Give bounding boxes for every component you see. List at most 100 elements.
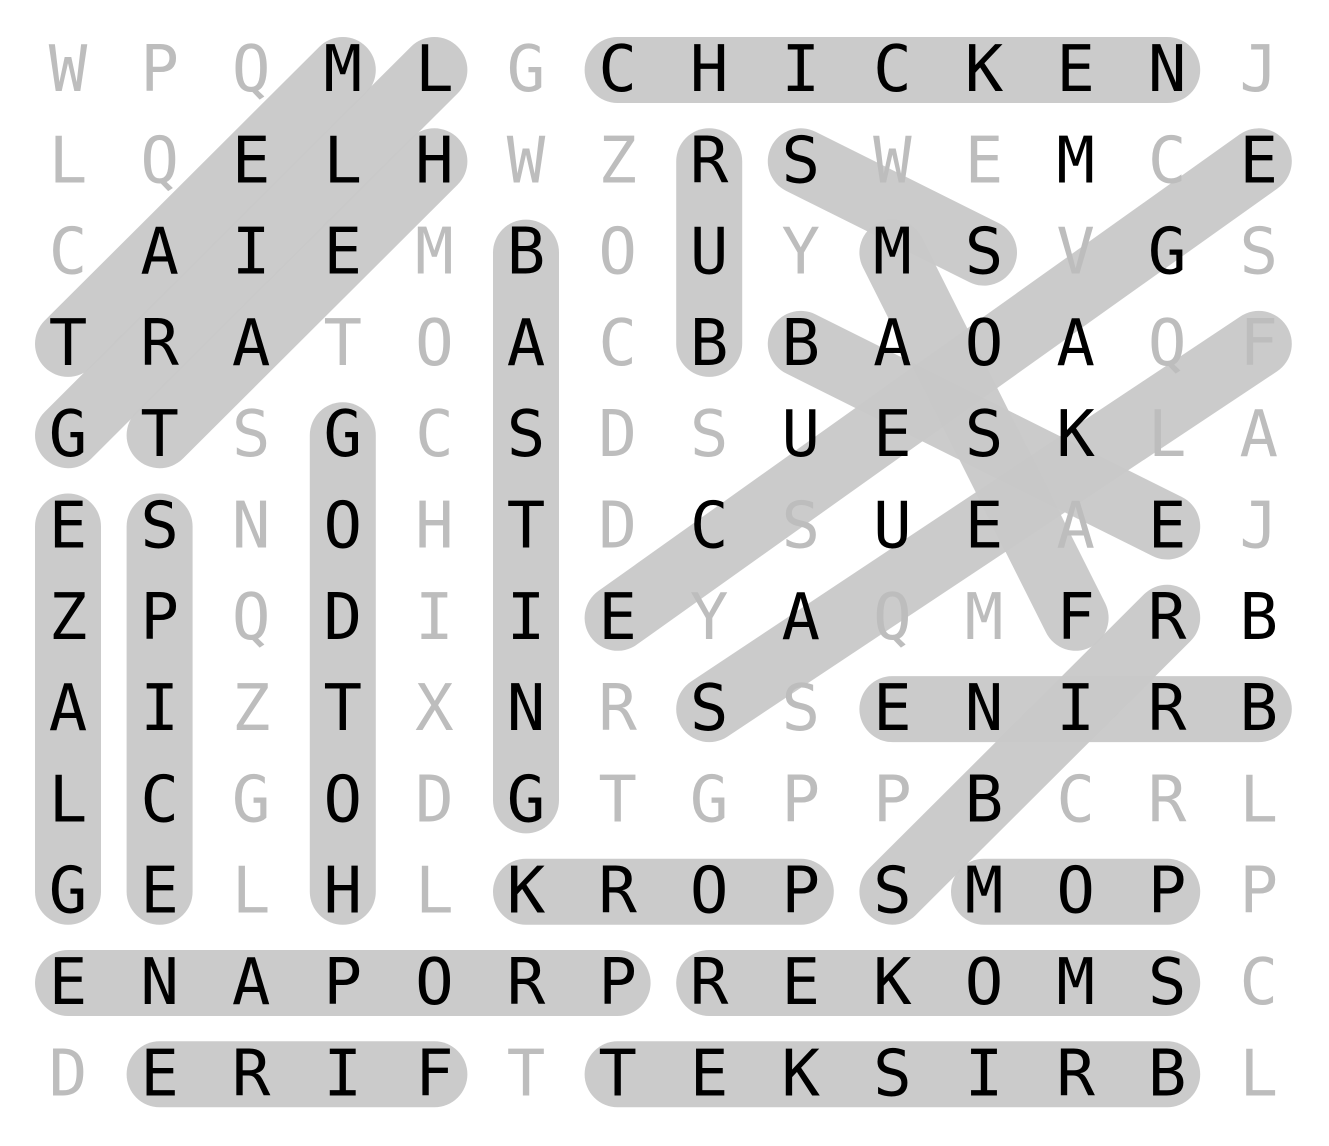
grid-cell-r9-c4[interactable]: L <box>415 855 454 929</box>
grid-cell-r11-c3[interactable]: I <box>324 1037 363 1111</box>
grid-cell-r2-c0[interactable]: C <box>49 216 88 290</box>
grid-cell-r0-c3[interactable]: M <box>324 33 363 107</box>
grid-cell-r4-c10[interactable]: S <box>965 398 1004 472</box>
grid-cell-r3-c11[interactable]: A <box>1056 307 1095 381</box>
grid-cell-r5-c7[interactable]: C <box>690 490 729 564</box>
grid-cell-r2-c4[interactable]: M <box>415 216 454 290</box>
grid-cell-r2-c11[interactable]: V <box>1056 216 1095 290</box>
grid-cell-r6-c4[interactable]: I <box>415 581 454 655</box>
grid-cell-r5-c11[interactable]: A <box>1056 490 1095 564</box>
grid-cell-r1-c12[interactable]: C <box>1148 124 1187 198</box>
grid-cell-r11-c9[interactable]: S <box>873 1037 912 1111</box>
grid-cell-r7-c5[interactable]: N <box>507 672 546 746</box>
grid-cell-r5-c8[interactable]: S <box>782 490 821 564</box>
grid-cell-r6-c1[interactable]: P <box>140 581 179 655</box>
grid-cell-r3-c12[interactable]: Q <box>1148 307 1187 381</box>
grid-cell-r5-c9[interactable]: U <box>873 490 912 564</box>
grid-cell-r9-c10[interactable]: M <box>965 855 1004 929</box>
grid-cell-r3-c3[interactable]: T <box>324 307 363 381</box>
grid-cell-r11-c6[interactable]: T <box>598 1037 637 1111</box>
grid-cell-r4-c0[interactable]: G <box>49 398 88 472</box>
grid-cell-r4-c9[interactable]: E <box>873 398 912 472</box>
grid-cell-r11-c4[interactable]: F <box>415 1037 454 1111</box>
grid-cell-r4-c1[interactable]: T <box>140 398 179 472</box>
grid-cell-r7-c11[interactable]: I <box>1056 672 1095 746</box>
grid-cell-r3-c8[interactable]: B <box>782 307 821 381</box>
grid-cell-r5-c2[interactable]: N <box>232 490 271 564</box>
grid-cell-r11-c13[interactable]: L <box>1240 1037 1279 1111</box>
grid-cell-r5-c13[interactable]: J <box>1240 490 1279 564</box>
grid-cell-r10-c6[interactable]: P <box>598 946 637 1020</box>
grid-cell-r10-c0[interactable]: E <box>49 946 88 1020</box>
grid-cell-r2-c1[interactable]: A <box>140 216 179 290</box>
grid-cell-r4-c7[interactable]: S <box>690 398 729 472</box>
grid-cell-r2-c3[interactable]: E <box>324 216 363 290</box>
grid-cell-r3-c13[interactable]: F <box>1240 307 1279 381</box>
grid-cell-r9-c1[interactable]: E <box>140 855 179 929</box>
grid-cell-r0-c2[interactable]: Q <box>232 33 271 107</box>
grid-cell-r3-c4[interactable]: O <box>415 307 454 381</box>
grid-cell-r5-c3[interactable]: O <box>324 490 363 564</box>
grid-cell-r0-c5[interactable]: G <box>507 33 546 107</box>
grid-cell-r1-c9[interactable]: W <box>873 124 912 198</box>
grid-cell-r6-c7[interactable]: Y <box>690 581 729 655</box>
grid-cell-r11-c10[interactable]: I <box>965 1037 1004 1111</box>
grid-cell-r1-c13[interactable]: E <box>1240 124 1279 198</box>
grid-cell-r1-c3[interactable]: L <box>324 124 363 198</box>
grid-cell-r10-c8[interactable]: E <box>782 946 821 1020</box>
grid-cell-r10-c2[interactable]: A <box>232 946 271 1020</box>
grid-cell-r9-c2[interactable]: L <box>232 855 271 929</box>
grid-cell-r0-c8[interactable]: I <box>782 33 821 107</box>
grid-cell-r0-c9[interactable]: C <box>873 33 912 107</box>
grid-cell-r6-c9[interactable]: Q <box>873 581 912 655</box>
grid-cell-r8-c1[interactable]: C <box>140 763 179 837</box>
grid-cell-r7-c0[interactable]: A <box>49 672 88 746</box>
grid-cell-r2-c8[interactable]: Y <box>782 216 821 290</box>
grid-cell-r4-c12[interactable]: L <box>1148 398 1187 472</box>
grid-cell-r3-c1[interactable]: R <box>140 307 179 381</box>
grid-cell-r9-c3[interactable]: H <box>324 855 363 929</box>
grid-cell-r9-c0[interactable]: G <box>49 855 88 929</box>
grid-cell-r2-c2[interactable]: I <box>232 216 271 290</box>
grid-cell-r8-c11[interactable]: C <box>1056 763 1095 837</box>
grid-cell-r1-c5[interactable]: W <box>507 124 546 198</box>
grid-cell-r2-c6[interactable]: O <box>598 216 637 290</box>
grid-cell-r2-c7[interactable]: U <box>690 216 729 290</box>
grid-cell-r2-c10[interactable]: S <box>965 216 1004 290</box>
grid-cell-r0-c11[interactable]: E <box>1056 33 1095 107</box>
grid-cell-r8-c8[interactable]: P <box>782 763 821 837</box>
grid-cell-r1-c8[interactable]: S <box>782 124 821 198</box>
grid-cell-r6-c8[interactable]: A <box>782 581 821 655</box>
grid-cell-r5-c4[interactable]: H <box>415 490 454 564</box>
grid-cell-r8-c2[interactable]: G <box>232 763 271 837</box>
grid-cell-r4-c4[interactable]: C <box>415 398 454 472</box>
grid-cell-r2-c9[interactable]: M <box>873 216 912 290</box>
grid-cell-r8-c5[interactable]: G <box>507 763 546 837</box>
grid-cell-r9-c12[interactable]: P <box>1148 855 1187 929</box>
grid-cell-r1-c0[interactable]: L <box>49 124 88 198</box>
grid-cell-r8-c4[interactable]: D <box>415 763 454 837</box>
grid-cell-r7-c12[interactable]: R <box>1148 672 1187 746</box>
grid-cell-r9-c5[interactable]: K <box>507 855 546 929</box>
grid-cell-r0-c10[interactable]: K <box>965 33 1004 107</box>
grid-cell-r10-c7[interactable]: R <box>690 946 729 1020</box>
grid-cell-r1-c1[interactable]: Q <box>140 124 179 198</box>
grid-cell-r2-c12[interactable]: G <box>1148 216 1187 290</box>
grid-cell-r0-c6[interactable]: C <box>598 33 637 107</box>
grid-cell-r0-c1[interactable]: P <box>140 33 179 107</box>
grid-cell-r8-c0[interactable]: L <box>49 763 88 837</box>
grid-cell-r7-c9[interactable]: E <box>873 672 912 746</box>
grid-cell-r7-c7[interactable]: S <box>690 672 729 746</box>
grid-cell-r4-c2[interactable]: S <box>232 398 271 472</box>
grid-cell-r7-c4[interactable]: X <box>415 672 454 746</box>
grid-cell-r0-c4[interactable]: L <box>415 33 454 107</box>
grid-cell-r0-c13[interactable]: J <box>1240 33 1279 107</box>
grid-cell-r11-c12[interactable]: B <box>1148 1037 1187 1111</box>
grid-cell-r6-c0[interactable]: Z <box>49 581 88 655</box>
grid-cell-r0-c7[interactable]: H <box>690 33 729 107</box>
grid-cell-r6-c13[interactable]: B <box>1240 581 1279 655</box>
grid-cell-r9-c8[interactable]: P <box>782 855 821 929</box>
grid-cell-r11-c11[interactable]: R <box>1056 1037 1095 1111</box>
grid-cell-r0-c12[interactable]: N <box>1148 33 1187 107</box>
grid-cell-r1-c7[interactable]: R <box>690 124 729 198</box>
